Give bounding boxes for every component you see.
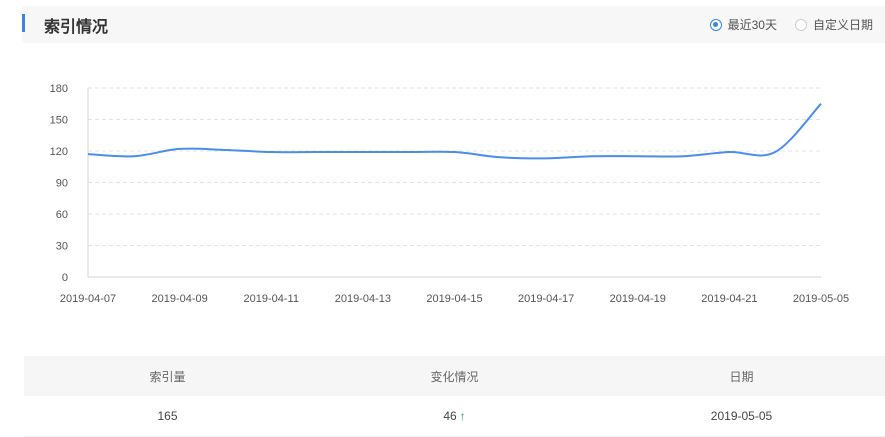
- title-accent-bar: [22, 14, 25, 32]
- cell-change: 46 ↑: [311, 409, 598, 423]
- radio-label-last-30-days: 最近30天: [727, 18, 777, 32]
- header-index-count: 索引量: [149, 369, 186, 384]
- date-range-selector: 最近30天 自定义日期: [692, 16, 873, 33]
- y-tick-label: 180: [50, 83, 68, 95]
- x-tick-label: 2019-04-21: [701, 293, 757, 305]
- x-tick-label: 2019-04-17: [518, 293, 574, 305]
- cell-index-count: 165: [157, 409, 178, 423]
- y-tick-label: 0: [62, 272, 68, 284]
- x-tick-label: 2019-04-07: [60, 293, 116, 305]
- radio-unchecked-icon: [794, 18, 807, 31]
- y-tick-label: 150: [50, 115, 68, 127]
- table-row: 165 46 ↑ 2019-05-05: [24, 396, 885, 437]
- cell-date: 2019-05-05: [710, 409, 773, 423]
- y-tick-label: 120: [50, 146, 68, 158]
- radio-last-30-days[interactable]: 最近30天: [709, 16, 777, 33]
- arrow-up-icon: ↑: [459, 409, 466, 423]
- x-tick-label: 2019-04-11: [244, 293, 299, 305]
- index-table: 索引量 变化情况 日期 165 46 ↑ 2019-05-05: [24, 356, 885, 437]
- radio-checked-icon: [709, 18, 722, 31]
- x-tick-label: 2019-04-19: [610, 293, 666, 305]
- chart-series: [87, 103, 822, 160]
- x-tick-label: 2019-05-05: [793, 293, 849, 305]
- table-header: 索引量 变化情况 日期: [24, 356, 885, 396]
- header-date: 日期: [729, 369, 754, 384]
- section-title: 索引情况: [44, 19, 109, 36]
- y-tick-label: 30: [56, 241, 68, 253]
- radio-custom-date[interactable]: 自定义日期: [794, 16, 873, 33]
- y-tick-label: 60: [56, 209, 68, 221]
- chart-axes: 0 30 60 90 120 150 180 2019-04-07 2019-04-09 2019…: [50, 83, 850, 305]
- x-tick-label: 2019-04-13: [335, 293, 391, 305]
- section-header: 索引情况 最近30天 自定义日期: [22, 6, 885, 43]
- index-line-chart: 0 30 60 90 120 150 180 2019-04-07 2019-04-09 2019…: [50, 83, 850, 305]
- header-change: 变化情况: [430, 369, 479, 384]
- x-tick-label: 2019-04-15: [426, 293, 482, 305]
- x-tick-label: 2019-04-09: [151, 293, 207, 305]
- series-line: [87, 103, 822, 160]
- change-value: 46: [443, 409, 457, 423]
- y-tick-label: 90: [56, 178, 68, 190]
- chart-grid: [88, 87, 821, 246]
- radio-label-custom-date: 自定义日期: [812, 18, 873, 32]
